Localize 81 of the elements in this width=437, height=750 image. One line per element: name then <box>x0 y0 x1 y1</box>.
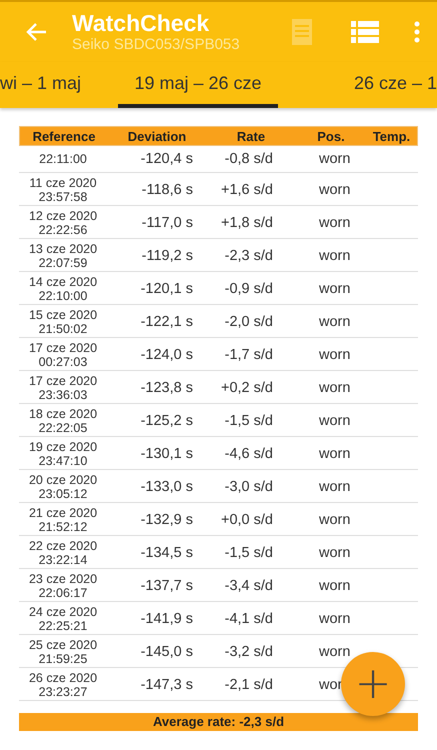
deviation-cell-text: -124,0 s <box>140 346 194 362</box>
deviation-cell-text: -133,0 s <box>140 478 194 494</box>
rate-cell-text: -2,3 s/d <box>224 248 274 264</box>
rate-cell-text: -1,5 s/d <box>224 544 274 560</box>
reference-cell-text: 12 cze 2020 22:22:56 <box>28 208 98 236</box>
reference-cell-text: 22:11:00 <box>38 152 88 166</box>
app-subtitle: Seiko SBDC053/SPB053 <box>72 36 241 54</box>
rate-cell-text: +1,6 s/d <box>220 182 274 198</box>
position-cell: worn <box>319 182 350 198</box>
rate-cell-text: +0,2 s/d <box>220 380 274 396</box>
deviation-cell-text: -137,7 s <box>140 578 194 594</box>
position-cell: worn <box>319 412 350 428</box>
position-cell: worn <box>319 578 350 594</box>
rate-cell-text: -3,4 s/d <box>224 578 274 594</box>
position-cell: worn <box>319 346 350 362</box>
deviation-cell-text: -134,5 s <box>140 544 194 560</box>
reference-cell-text: 19 cze 2020 23:47:10 <box>28 440 98 468</box>
deviation-cell-text: -145,0 s <box>140 644 194 660</box>
rate-cell-text: -1,7 s/d <box>224 346 274 362</box>
column-header: Rate <box>236 128 266 144</box>
tab[interactable]: 26 cze – 1 <box>298 62 437 108</box>
position-cell: worn <box>319 544 350 560</box>
rate-cell-text: -0,9 s/d <box>224 280 274 296</box>
app-title: WatchCheck <box>72 10 210 36</box>
rate-cell-text: -2,1 s/d <box>224 676 274 692</box>
reference-cell-text: 13 cze 2020 22:07:59 <box>28 242 98 270</box>
reference-cell-text: 25 cze 2020 21:59:25 <box>28 638 98 666</box>
position-cell: worn <box>319 214 350 230</box>
reference-cell-text: 14 cze 2020 22:10:00 <box>28 274 98 302</box>
reference-cell-text: 20 cze 2020 23:05:12 <box>28 472 98 500</box>
column-header: Deviation <box>126 128 188 144</box>
deviation-cell-text: -122,1 s <box>140 314 194 330</box>
deviation-cell-text: -125,2 s <box>140 412 194 428</box>
deviation-cell-text: -117,0 s <box>140 214 194 230</box>
column-header: Temp. <box>372 128 412 144</box>
position-cell: worn <box>319 610 350 626</box>
rate-cell-text: -3,2 s/d <box>224 644 274 660</box>
position-cell: worn <box>319 380 350 396</box>
tab[interactable]: 19 maj – 26 cze <box>118 62 278 108</box>
position-cell: worn <box>319 446 350 462</box>
back-arrow-icon <box>25 22 47 42</box>
rate-cell-text: -3,0 s/d <box>224 478 274 494</box>
reference-cell-text: 24 cze 2020 22:25:21 <box>28 604 98 632</box>
deviation-cell-text: -147,3 s <box>140 676 194 692</box>
deviation-cell-text: -120,4 s <box>140 151 194 167</box>
deviation-cell-text: -141,9 s <box>140 610 194 626</box>
rate-cell-text: -1,5 s/d <box>224 412 274 428</box>
column-header: Reference <box>32 128 96 144</box>
list-icon <box>351 21 379 43</box>
position-cell: worn <box>319 151 350 167</box>
rate-cell-text: -4,6 s/d <box>224 446 274 462</box>
deviation-cell-text: -132,9 s <box>140 512 194 528</box>
tab[interactable]: wi – 1 maj <box>0 62 98 108</box>
position-cell: worn <box>319 512 350 528</box>
reference-cell-text: 18 cze 2020 22:22:05 <box>28 406 98 434</box>
reference-cell-text: 11 cze 2020 23:57:58 <box>28 176 98 204</box>
position-cell: worn <box>319 314 350 330</box>
deviation-cell-text: -118,6 s <box>140 182 194 198</box>
rate-cell-text: +1,8 s/d <box>220 214 274 230</box>
position-cell: worn <box>319 280 350 296</box>
document-icon <box>291 18 313 46</box>
average-rate: Average rate: -2,3 s/d <box>19 713 418 731</box>
reference-cell-text: 17 cze 2020 23:36:03 <box>28 374 98 402</box>
reference-cell-text: 21 cze 2020 21:52:12 <box>28 506 98 534</box>
column-header: Pos. <box>316 128 346 144</box>
reference-cell-text: 26 cze 2020 23:23:27 <box>28 670 98 698</box>
rate-cell-text: -2,0 s/d <box>224 314 274 330</box>
deviation-cell-text: -119,2 s <box>140 248 194 264</box>
reference-cell-text: 22 cze 2020 23:22:14 <box>28 538 98 566</box>
reference-cell-text: 15 cze 2020 21:50:02 <box>28 308 98 336</box>
reference-cell-text: 23 cze 2020 22:06:17 <box>28 572 98 600</box>
reference-cell-text: 17 cze 2020 00:27:03 <box>28 340 98 368</box>
rate-cell-text: -0,8 s/d <box>224 151 274 167</box>
position-cell: worn <box>319 478 350 494</box>
position-cell: worn <box>319 248 350 264</box>
deviation-cell-text: -130,1 s <box>140 446 194 462</box>
deviation-cell-text: -123,8 s <box>140 380 194 396</box>
rate-cell-text: -4,1 s/d <box>224 610 274 626</box>
deviation-cell-text: -120,1 s <box>140 280 194 296</box>
more-icon <box>414 21 420 43</box>
rate-cell-text: +0,0 s/d <box>220 512 274 528</box>
